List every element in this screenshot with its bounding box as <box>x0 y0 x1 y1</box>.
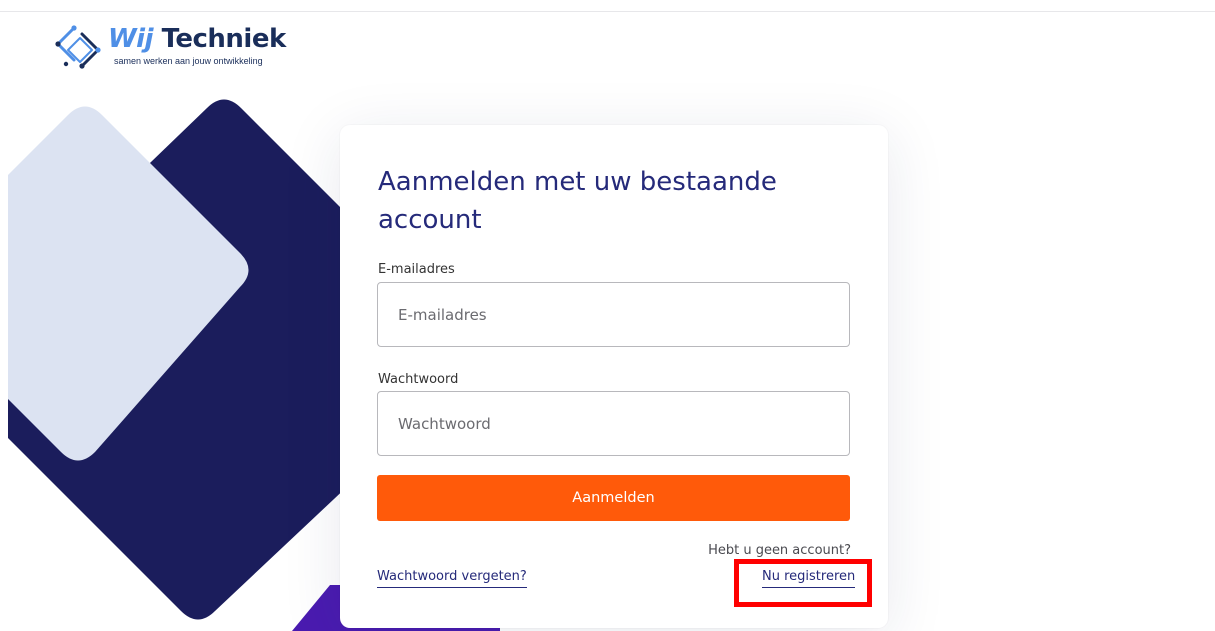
login-button[interactable]: Aanmelden <box>377 475 850 521</box>
brand-name-part2: Techniek <box>161 24 287 54</box>
brand-name-part1: Wij <box>108 24 154 54</box>
logo-text: Wij Techniek samen werken aan jouw ontwi… <box>108 24 286 66</box>
brand-logo[interactable]: Wij Techniek samen werken aan jouw ontwi… <box>52 24 286 88</box>
password-label: Wachtwoord <box>378 372 459 387</box>
email-label: E-mailadres <box>378 262 455 277</box>
diamond-circuit-logo-icon <box>55 25 101 69</box>
email-input[interactable] <box>377 282 850 347</box>
brand-tagline: samen werken aan jouw ontwikkeling <box>114 56 263 66</box>
forgot-password-link[interactable]: Wachtwoord vergeten? <box>377 569 527 588</box>
page-title: Aanmelden met uw bestaande account <box>378 167 777 235</box>
brand-name: Wij Techniek <box>108 24 286 54</box>
register-highlight-box <box>734 559 872 607</box>
login-card: Aanmelden met uw bestaande account E-mai… <box>340 125 888 628</box>
password-input[interactable] <box>377 391 850 456</box>
no-account-text: Hebt u geen account? <box>708 543 851 558</box>
